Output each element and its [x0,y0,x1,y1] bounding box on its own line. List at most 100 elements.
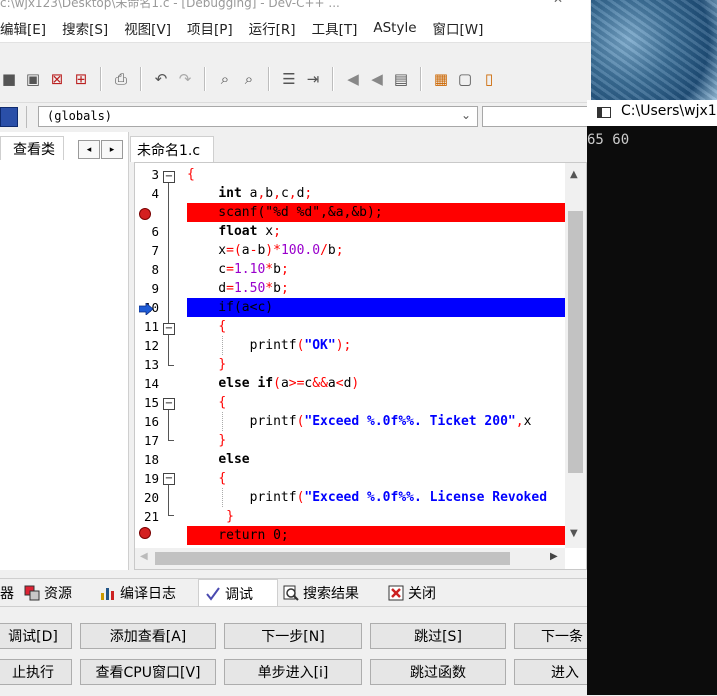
chevron-down-icon[interactable]: ⌄ [461,108,471,122]
scroll-down-icon[interactable]: ▼ [570,528,578,539]
bookmark-next-icon[interactable]: ◀ [368,70,386,88]
code-line-breakpoint: return 0; [187,526,567,545]
resources-icon [24,585,40,601]
tab-debug[interactable]: 调试 [198,579,278,608]
panel-icon[interactable]: ▯ [480,70,498,88]
line-number: 7 [151,243,159,258]
add-watch-button[interactable]: 添加查看[A] [80,623,216,649]
line-gutter: 3 4 6 7 8 9 10 11 12 13 14 15 16 17 18 1… [135,163,185,548]
code-editor[interactable]: 3 4 6 7 8 9 10 11 12 13 14 15 16 17 18 1… [134,162,587,570]
tab-search-results[interactable]: 搜索结果 [283,582,359,604]
code-line: } [218,357,227,372]
window-icon[interactable]: ▢ [456,70,474,88]
scroll-left-icon[interactable]: ◀ [140,551,148,562]
grid-icon[interactable]: ▦ [432,70,450,88]
tab-class-browser[interactable]: 查看类 [0,136,64,160]
menu-search[interactable]: 搜索[S] [62,18,108,38]
menu-astyle[interactable]: AStyle [373,20,416,36]
horizontal-scrollbar[interactable]: ◀ ▶ [135,548,565,569]
line-number: 9 [151,281,159,296]
tab-file[interactable]: 未命名1.c [130,136,214,162]
scrollbar-thumb[interactable] [155,552,510,565]
redo-icon[interactable]: ↷ [176,70,194,88]
line-number: 12 [143,338,159,353]
save-icon[interactable]: ■ [0,70,18,88]
menu-view[interactable]: 视图[V] [124,18,171,38]
fold-toggle[interactable]: − [163,323,175,335]
line-number: 13 [143,357,159,372]
skip-function-button[interactable]: 跳过函数 [370,659,506,685]
find-icon[interactable]: ⌕ [216,70,234,88]
tab-next-button[interactable]: ▸ [101,140,123,159]
scope-select[interactable]: (globals) ⌄ [38,106,478,127]
current-line-arrow-icon [139,303,153,315]
tab-prev-button[interactable]: ◂ [78,140,100,159]
stop-execution-button[interactable]: 止执行 [0,659,72,685]
fold-toggle[interactable]: − [163,398,175,410]
indent-guide [222,336,223,355]
menu-run[interactable]: 运行[R] [249,18,296,38]
menu-edit[interactable]: 编辑[E] [0,18,46,38]
fold-end [168,515,174,516]
tab-resources[interactable]: 资源 [24,582,72,604]
menu-project[interactable]: 项目[P] [187,18,233,38]
undo-icon[interactable]: ↶ [152,70,170,88]
next-step-button[interactable]: 下一步[N] [224,623,362,649]
console-title-bar[interactable]: C:\Users\wjx123 [587,100,717,126]
fold-toggle[interactable]: − [163,171,175,183]
scrollbar-thumb[interactable] [568,211,583,473]
minimize-button[interactable]: – [482,0,488,6]
line-number: 6 [151,224,159,239]
code-line-breakpoint: scanf("%d %d",&a,&b); [187,203,567,222]
scroll-up-icon[interactable]: ▲ [570,169,578,180]
line-number: 11 [143,319,159,334]
line-number: 15 [143,395,159,410]
tab-compiler[interactable]: 器 [0,582,14,604]
tab-label: 资源 [44,586,72,602]
fold-guide [168,335,169,365]
save-all-icon[interactable]: ▣ [24,70,42,88]
menu-window[interactable]: 窗口[W] [433,18,484,38]
close-all-icon[interactable]: ⊞ [72,70,90,88]
code-line: c=1.10*b; [187,262,289,277]
toggle-bookmark-icon[interactable]: ▤ [392,70,410,88]
replace-icon[interactable]: ⌕ [240,70,258,88]
print-icon[interactable]: ⎙ [112,70,130,88]
unindent-icon[interactable]: ⇥ [304,70,322,88]
function-select[interactable] [482,106,590,127]
console-window[interactable]: C:\Users\wjx123 65 60 [587,100,717,695]
line-number: 14 [143,376,159,391]
fold-end [168,365,174,366]
close-button[interactable]: ✕ [553,0,563,6]
step-into-button[interactable]: 单步进入[i] [224,659,362,685]
toolbar-separator [26,106,27,128]
check-icon [206,587,220,601]
fold-guide [168,485,169,515]
tab-compile-log[interactable]: 编译日志 [100,582,176,604]
menu-tools[interactable]: 工具[T] [312,18,358,38]
step-into-instruction-button[interactable]: 进入 [514,659,594,685]
code-line: { [218,319,227,334]
line-number: 21 [143,509,159,524]
bookmark-prev-icon[interactable]: ◀ [344,70,362,88]
debug-button[interactable]: 调试[D] [0,623,72,649]
code-line: else [218,452,250,467]
skip-button[interactable]: 跳过[S] [370,623,506,649]
breakpoint-icon[interactable] [139,527,151,539]
fold-guide [168,183,169,326]
indent-icon[interactable]: ☰ [280,70,298,88]
next-instruction-button[interactable]: 下一条 [514,623,594,649]
scroll-right-icon[interactable]: ▶ [550,551,558,562]
breakpoint-icon[interactable] [139,208,151,220]
close-panel-icon [388,585,404,601]
vertical-scrollbar[interactable]: ▲ ▼ [565,163,586,548]
code-line: } [218,433,227,448]
fold-toggle[interactable]: − [163,473,175,485]
toolbar-separator [140,67,142,91]
view-cpu-window-button[interactable]: 查看CPU窗口[V] [80,659,216,685]
console-title: C:\Users\wjx123 [621,103,717,119]
close-file-icon[interactable]: ⊠ [48,70,66,88]
tab-close[interactable]: 关闭 [388,582,436,604]
line-number: 19 [143,471,159,486]
console-icon [597,107,611,118]
